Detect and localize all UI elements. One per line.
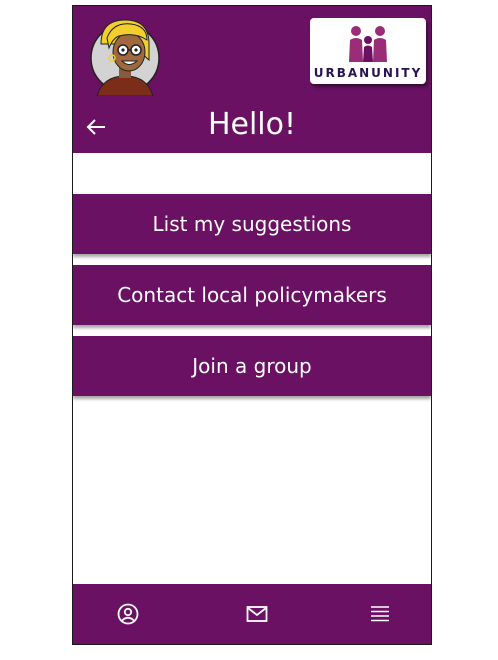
mail-icon: [246, 606, 268, 622]
logo-text: URBANUNITY: [313, 66, 423, 80]
phone-screen: URBANUNITY Hello! List my suggestions Co…: [72, 5, 432, 645]
join-group-button[interactable]: Join a group: [73, 336, 431, 396]
urbanunity-logo: URBANUNITY: [310, 18, 426, 84]
menu-nav-button[interactable]: [369, 603, 391, 625]
user-circle-icon: [117, 603, 139, 625]
page-title: Hello!: [207, 107, 297, 142]
menu-lines-icon: [371, 606, 389, 622]
avatar[interactable]: [89, 14, 161, 97]
family-icon: [349, 26, 387, 62]
messages-nav-button[interactable]: [246, 603, 268, 625]
profile-nav-button[interactable]: [117, 603, 139, 625]
list-suggestions-button[interactable]: List my suggestions: [73, 194, 431, 254]
contact-policymakers-button[interactable]: Contact local policymakers: [73, 265, 431, 325]
app-header: URBANUNITY Hello!: [73, 6, 431, 153]
bottom-nav: [73, 584, 431, 644]
